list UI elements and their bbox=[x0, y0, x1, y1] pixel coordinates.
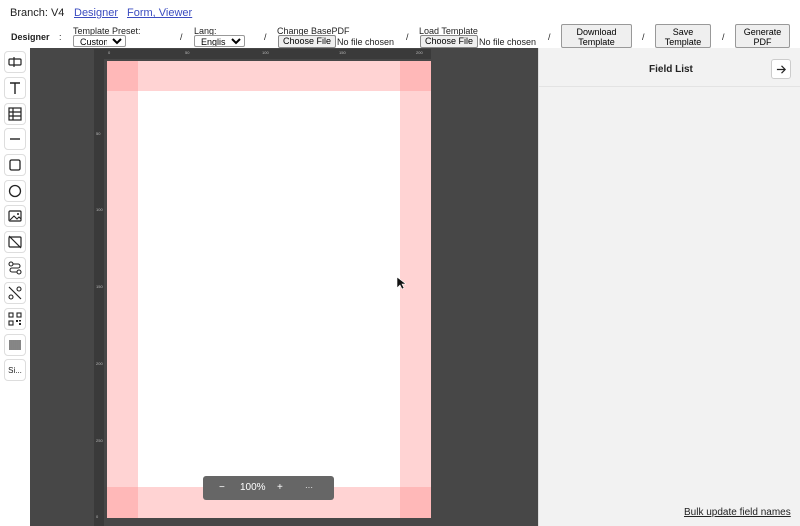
ruler-tick: 250 bbox=[96, 438, 103, 443]
download-template-line1: Download bbox=[576, 27, 617, 37]
text-field-tool[interactable] bbox=[4, 51, 26, 73]
image-tool[interactable] bbox=[4, 205, 26, 227]
basepdf-file-status: No file chosen bbox=[337, 37, 395, 47]
text-field-icon bbox=[8, 57, 22, 67]
field-list-panel: Field List Bulk update field names bbox=[538, 48, 800, 526]
svg-icon bbox=[8, 235, 22, 249]
barcode-icon bbox=[9, 340, 21, 350]
template-preset-select[interactable]: Custom bbox=[73, 35, 126, 47]
download-template-line2: Template bbox=[578, 37, 615, 47]
more-options-button[interactable]: ··· bbox=[305, 483, 313, 492]
page-padding-top bbox=[107, 61, 431, 91]
ruler-tick: 200 bbox=[416, 50, 423, 55]
save-template-line1: Save bbox=[672, 27, 694, 37]
table-icon bbox=[8, 107, 22, 121]
rectangle-tool[interactable] bbox=[4, 154, 26, 176]
path-icon bbox=[8, 261, 22, 275]
collapse-panel-button[interactable] bbox=[771, 59, 791, 79]
form-viewer-link[interactable]: Form, Viewer bbox=[127, 7, 192, 19]
separator: / bbox=[406, 32, 409, 42]
lang-select[interactable]: English bbox=[194, 35, 245, 47]
generate-pdf-line2: PDF bbox=[753, 37, 772, 47]
svg-tool[interactable] bbox=[4, 231, 26, 253]
mouse-cursor-icon bbox=[396, 276, 406, 290]
rectangle-icon bbox=[9, 159, 21, 171]
qrcode-tool[interactable] bbox=[4, 308, 26, 330]
download-template-button[interactable]: Download Template bbox=[561, 24, 632, 48]
generate-pdf-button[interactable]: Generate PDF bbox=[735, 24, 790, 48]
unlink-tool[interactable] bbox=[4, 282, 26, 304]
bulk-update-link[interactable]: Bulk update field names bbox=[684, 507, 791, 518]
ruler-tick: 150 bbox=[96, 284, 103, 289]
zoom-out-button[interactable]: − bbox=[219, 482, 225, 493]
save-template-line2: Template bbox=[664, 37, 702, 47]
ruler-tick: 100 bbox=[262, 50, 269, 55]
pdf-page[interactable] bbox=[107, 61, 431, 518]
field-list-title: Field List bbox=[649, 64, 693, 75]
vertical-ruler: 50 100 150 200 250 0 bbox=[94, 59, 104, 526]
zoom-in-button[interactable]: + bbox=[277, 482, 283, 493]
template-file-status: No file chosen bbox=[479, 37, 537, 47]
ruler-tick: 150 bbox=[339, 50, 346, 55]
ruler-tick: 50 bbox=[185, 50, 190, 55]
separator: / bbox=[642, 32, 645, 42]
horizontal-ruler: 0 50 100 150 200 bbox=[94, 49, 431, 59]
ruler-tick: 50 bbox=[96, 131, 101, 136]
separator: / bbox=[722, 32, 725, 42]
table-tool[interactable] bbox=[4, 103, 26, 125]
branch-label: Branch: V4 bbox=[10, 7, 65, 19]
save-template-button[interactable]: Save Template bbox=[655, 24, 711, 48]
top-nav: Branch: V4 Designer Form, Viewer bbox=[0, 0, 800, 24]
zoom-level: 100% bbox=[240, 482, 266, 493]
arrow-right-icon bbox=[776, 64, 786, 74]
path-tool[interactable] bbox=[4, 257, 26, 279]
separator: / bbox=[180, 32, 183, 42]
designer-link[interactable]: Designer bbox=[74, 7, 118, 19]
text-tool[interactable] bbox=[4, 77, 26, 99]
barcode-tool[interactable] bbox=[4, 334, 26, 356]
basepdf-choose-file-button[interactable]: Choose File bbox=[278, 35, 337, 48]
image-icon bbox=[8, 210, 22, 222]
designer-title: Designer bbox=[11, 32, 50, 42]
line-icon bbox=[10, 138, 20, 140]
ellipse-tool[interactable] bbox=[4, 180, 26, 202]
template-choose-file-button[interactable]: Choose File bbox=[420, 35, 479, 48]
page-padding-left bbox=[107, 61, 138, 518]
unlink-icon bbox=[8, 286, 22, 300]
zoom-toolbar: − 100% + ··· bbox=[203, 476, 334, 500]
separator: / bbox=[548, 32, 551, 42]
ruler-tick: 100 bbox=[96, 207, 103, 212]
ellipse-icon bbox=[8, 184, 22, 198]
ruler-tick: 200 bbox=[96, 361, 103, 366]
ruler-tick: 0 bbox=[108, 50, 111, 55]
text-icon bbox=[10, 82, 20, 94]
signature-tool[interactable]: Si... bbox=[4, 359, 26, 381]
toolbar-colon: : bbox=[59, 32, 62, 42]
ruler-tick: 0 bbox=[96, 514, 99, 519]
divider bbox=[539, 86, 800, 87]
line-tool[interactable] bbox=[4, 128, 26, 150]
separator: / bbox=[264, 32, 267, 42]
qrcode-icon bbox=[8, 312, 22, 326]
generate-pdf-line1: Generate bbox=[743, 27, 782, 37]
tool-sidebar: Si... bbox=[0, 48, 30, 526]
